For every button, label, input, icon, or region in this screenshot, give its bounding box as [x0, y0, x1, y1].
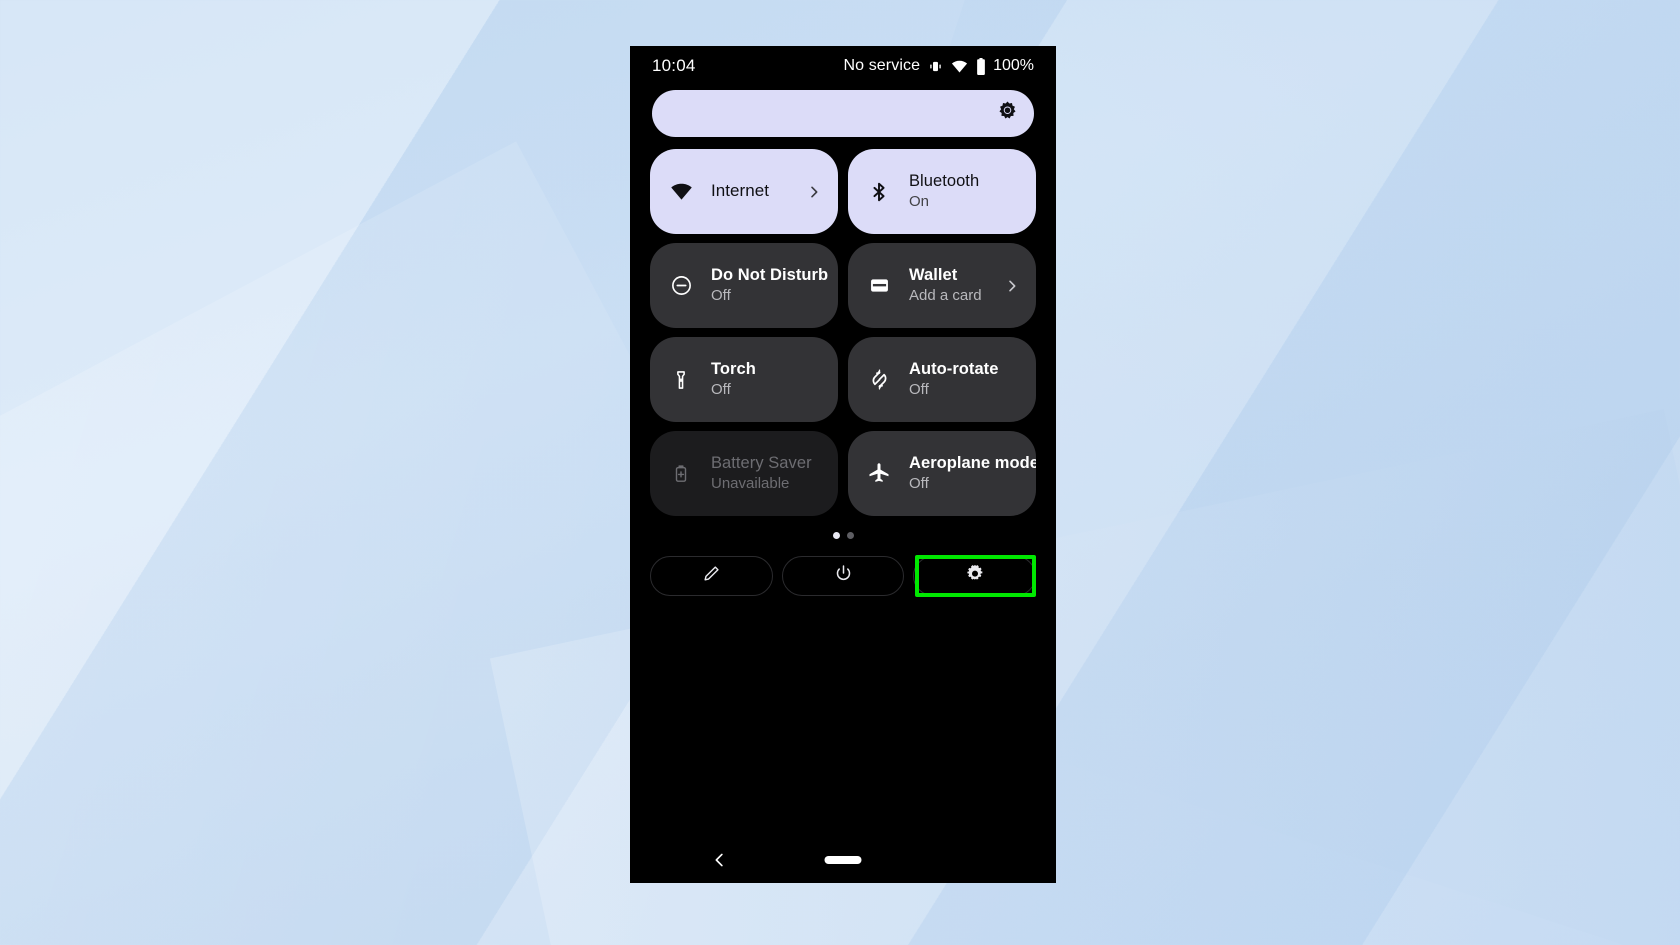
tile-title: Battery Saver: [711, 453, 812, 472]
do-not-disturb-icon: [668, 273, 694, 299]
battery-icon: [975, 57, 987, 75]
gear-icon: [965, 564, 985, 589]
page-dot[interactable]: [846, 532, 854, 539]
chevron-right-icon[interactable]: [806, 184, 822, 200]
tile-title: Auto-rotate: [909, 359, 999, 378]
auto-rotate-icon: [866, 367, 892, 393]
phone-screen: 10:04 No service 100% Internet Bluetooth…: [630, 46, 1056, 883]
navigation-bar: [630, 837, 1056, 883]
back-chevron-icon[interactable]: [710, 851, 729, 870]
tile-aeroplane-text: Aeroplane mode Off: [909, 453, 1036, 494]
torch-icon: [668, 367, 694, 393]
bluetooth-icon: [866, 179, 892, 205]
power-icon: [834, 564, 853, 588]
tile-battery-saver[interactable]: Battery Saver Unavailable: [650, 431, 838, 516]
tile-title: Bluetooth: [909, 171, 980, 190]
tile-aeroplane-mode[interactable]: Aeroplane mode Off: [848, 431, 1036, 516]
tile-bluetooth[interactable]: Bluetooth On: [848, 149, 1036, 234]
tile-wallet-text: Wallet Add a card: [909, 266, 998, 306]
vibrate-icon: [927, 58, 944, 75]
tile-subtitle: Off: [909, 474, 929, 492]
aeroplane-icon: [866, 461, 892, 487]
tile-subtitle: Off: [711, 286, 731, 304]
status-clock: 10:04: [652, 56, 696, 75]
chevron-right-icon[interactable]: [1004, 278, 1020, 294]
tile-title: Torch: [711, 359, 756, 378]
tile-wallet[interactable]: Wallet Add a card: [848, 243, 1036, 328]
tile-do-not-disturb[interactable]: Do Not Disturb Off: [650, 243, 838, 328]
tile-torch-text: Torch Off: [711, 360, 822, 400]
tile-torch[interactable]: Torch Off: [650, 337, 838, 422]
settings-button[interactable]: [913, 555, 1037, 597]
tile-title: Do Not Disturb: [711, 265, 829, 284]
wifi-icon: [668, 179, 694, 205]
wallet-icon: [866, 273, 892, 299]
tile-subtitle: On: [909, 192, 930, 210]
tile-internet[interactable]: Internet: [650, 149, 838, 234]
pencil-icon: [702, 564, 721, 588]
footer-button-row: [630, 555, 1056, 597]
tile-title: Internet: [711, 181, 770, 201]
tile-title: Wallet: [909, 265, 958, 284]
auto-brightness-icon[interactable]: [996, 100, 1019, 128]
page-indicator: [630, 532, 1056, 539]
tile-subtitle: Unavailable: [711, 474, 790, 492]
tile-subtitle: Off: [909, 380, 929, 398]
tile-subtitle: Off: [711, 380, 731, 398]
battery-saver-icon: [668, 461, 694, 487]
power-button[interactable]: [781, 556, 905, 596]
battery-percent-text: 100%: [993, 57, 1034, 74]
edit-tiles-button[interactable]: [650, 556, 773, 596]
brightness-slider[interactable]: [652, 90, 1034, 137]
brightness-slider-container: [630, 86, 1056, 137]
tile-internet-text: Internet: [711, 181, 800, 201]
tile-bluetooth-text: Bluetooth On: [909, 172, 1020, 212]
tile-battery-saver-text: Battery Saver Unavailable: [711, 454, 822, 494]
status-icons-group: No service 100%: [843, 57, 1034, 75]
tile-auto-rotate-text: Auto-rotate Off: [909, 360, 1020, 400]
tile-dnd-text: Do Not Disturb Off: [711, 265, 829, 306]
tile-auto-rotate[interactable]: Auto-rotate Off: [848, 337, 1036, 422]
wifi-icon: [951, 58, 968, 75]
page-dot-active[interactable]: [832, 532, 840, 539]
home-pill-indicator[interactable]: [824, 856, 862, 864]
status-bar: 10:04 No service 100%: [630, 46, 1056, 86]
quick-settings-tiles: Internet Bluetooth On Do Not Disturb Off…: [630, 137, 1056, 516]
tile-subtitle: Add a card: [909, 286, 982, 304]
tile-title: Aeroplane mode: [909, 453, 1036, 472]
carrier-status-text: No service: [843, 57, 921, 74]
